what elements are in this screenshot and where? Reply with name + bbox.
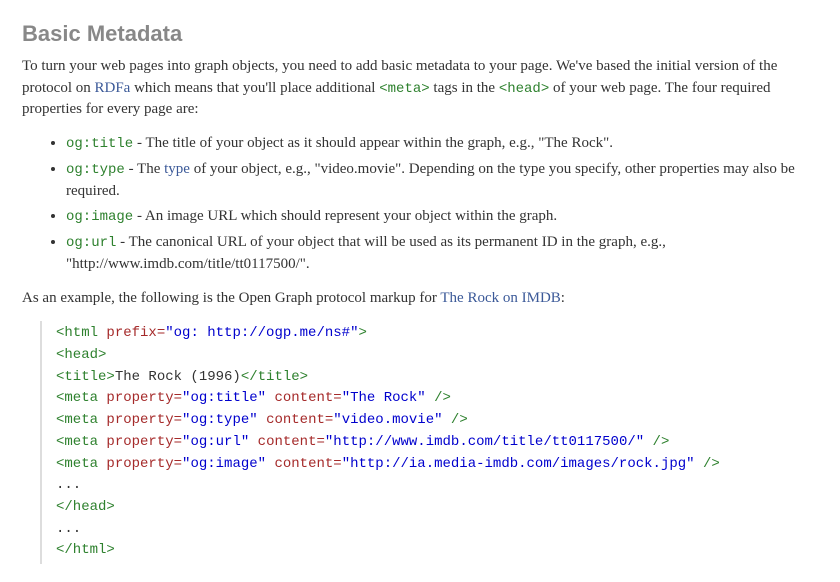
prop-code: og:title [66, 136, 133, 152]
list-item: og:type - The type of your object, e.g.,… [66, 159, 818, 203]
section-heading: Basic Metadata [22, 18, 818, 50]
prop-code: og:image [66, 209, 133, 225]
code-example: <html prefix="og: http://ogp.me/ns#"> <h… [40, 321, 818, 564]
list-item: og:image - An image URL which should rep… [66, 206, 818, 228]
prop-code: og:type [66, 162, 125, 178]
prop-desc: - The canonical URL of your object that … [66, 234, 666, 272]
text: tags in the [430, 80, 499, 96]
list-item: og:title - The title of your object as i… [66, 133, 818, 155]
prop-desc: - The title of your object as it should … [133, 135, 613, 151]
prop-code: og:url [66, 235, 116, 251]
text: : [561, 290, 565, 306]
intro-paragraph: To turn your web pages into graph object… [22, 56, 818, 121]
properties-list: og:title - The title of your object as i… [22, 133, 818, 276]
prop-desc: - The [125, 161, 164, 177]
prop-desc: - An image URL which should represent yo… [133, 208, 557, 224]
text: As an example, the following is the Open… [22, 290, 440, 306]
example-intro: As an example, the following is the Open… [22, 288, 818, 310]
text: which means that you'll place additional [130, 80, 379, 96]
head-code: <head> [499, 81, 549, 97]
rdfa-link[interactable]: RDFa [95, 80, 131, 96]
type-link[interactable]: type [164, 161, 190, 177]
list-item: og:url - The canonical URL of your objec… [66, 232, 818, 276]
meta-code: <meta> [379, 81, 429, 97]
imdb-link[interactable]: The Rock on IMDB [440, 290, 560, 306]
